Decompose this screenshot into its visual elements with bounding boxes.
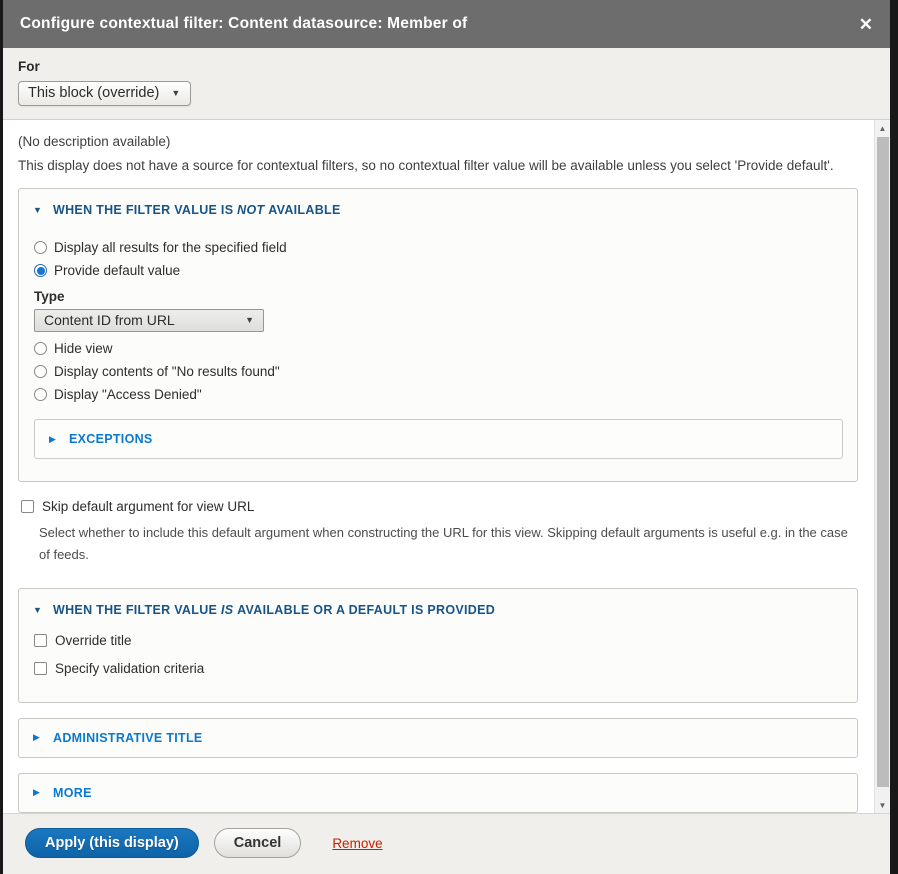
checkbox-skip-default-argument[interactable]: Skip default argument for view URL <box>21 499 858 514</box>
fieldset-exceptions: ▶ EXCEPTIONS <box>34 419 843 459</box>
fieldset-available-title: WHEN THE FILTER VALUE IS AVAILABLE OR A … <box>53 603 495 617</box>
configure-contextual-filter-dialog: Configure contextual filter: Content dat… <box>3 0 890 874</box>
expand-arrow-icon: ▶ <box>33 787 53 798</box>
fieldset-available-content: Override title Specify validation criter… <box>33 633 843 676</box>
scroll-down-icon[interactable]: ▼ <box>879 798 887 813</box>
radio-label: Display "Access Denied" <box>54 387 202 402</box>
fieldset-more: ▶ MORE <box>18 773 858 813</box>
dialog-titlebar: Configure contextual filter: Content dat… <box>3 0 890 48</box>
collapse-arrow-icon: ▼ <box>33 205 53 215</box>
fieldset-more-text: MORE <box>53 786 92 800</box>
fieldset-exceptions-title: EXCEPTIONS <box>69 432 153 446</box>
fieldset-administrative-title: ▶ ADMINISTRATIVE TITLE <box>18 718 858 758</box>
radio-label: Display contents of "No results found" <box>54 364 280 379</box>
vertical-scrollbar[interactable]: ▲ ▼ <box>874 120 890 813</box>
radio-display-no-results[interactable]: Display contents of "No results found" <box>34 364 843 379</box>
fieldset-administrative-title-text: ADMINISTRATIVE TITLE <box>53 731 203 745</box>
type-select-value: Content ID from URL <box>44 312 175 328</box>
chevron-down-icon: ▼ <box>171 88 180 98</box>
scrollable-content: (No description available) This display … <box>3 120 874 813</box>
checkbox-icon <box>21 500 34 513</box>
fieldset-filter-available: ▼ WHEN THE FILTER VALUE IS AVAILABLE OR … <box>18 588 858 703</box>
fieldset-not-available-title: WHEN THE FILTER VALUE IS NOT AVAILABLE <box>53 203 341 217</box>
fieldset-more-legend[interactable]: ▶ MORE <box>33 786 843 800</box>
remove-link[interactable]: Remove <box>332 836 382 851</box>
radio-display-all-results[interactable]: Display all results for the specified fi… <box>34 240 843 255</box>
skip-default-argument-description: Select whether to include this default a… <box>39 522 858 566</box>
radio-icon <box>34 365 47 378</box>
checkbox-icon <box>34 634 47 647</box>
fieldset-exceptions-legend[interactable]: ▶ EXCEPTIONS <box>49 432 828 446</box>
display-source-warning: This display does not have a source for … <box>18 158 858 173</box>
for-section: For This block (override) ▼ <box>3 48 890 120</box>
radio-label: Hide view <box>54 341 113 356</box>
type-label: Type <box>34 289 843 304</box>
type-select[interactable]: Content ID from URL ▼ <box>34 309 264 332</box>
fieldset-available-legend[interactable]: ▼ WHEN THE FILTER VALUE IS AVAILABLE OR … <box>33 603 843 617</box>
radio-icon <box>34 264 47 277</box>
radio-icon <box>34 342 47 355</box>
chevron-down-icon: ▼ <box>245 315 254 325</box>
checkbox-override-title[interactable]: Override title <box>34 633 843 648</box>
dialog-footer: Apply (this display) Cancel Remove <box>3 814 890 874</box>
fieldset-administrative-title-legend[interactable]: ▶ ADMINISTRATIVE TITLE <box>33 731 843 745</box>
close-icon[interactable]: ✕ <box>859 16 873 33</box>
checkbox-label: Skip default argument for view URL <box>42 499 254 514</box>
fieldset-not-available-content: Display all results for the specified fi… <box>33 240 843 459</box>
radio-hide-view[interactable]: Hide view <box>34 341 843 356</box>
radio-label: Provide default value <box>54 263 180 278</box>
for-select-value: This block (override) <box>28 85 159 101</box>
dialog-body: (No description available) This display … <box>3 120 890 814</box>
no-description-text: (No description available) <box>18 134 858 149</box>
checkbox-label: Override title <box>55 633 132 648</box>
expand-arrow-icon: ▶ <box>33 732 53 743</box>
cancel-button[interactable]: Cancel <box>214 828 302 858</box>
collapse-arrow-icon: ▼ <box>33 605 53 615</box>
checkbox-label: Specify validation criteria <box>55 661 204 676</box>
for-label: For <box>18 59 874 74</box>
checkbox-specify-validation-criteria[interactable]: Specify validation criteria <box>34 661 843 676</box>
radio-label: Display all results for the specified fi… <box>54 240 287 255</box>
radio-icon <box>34 388 47 401</box>
radio-provide-default-value[interactable]: Provide default value <box>34 263 843 278</box>
fieldset-filter-not-available: ▼ WHEN THE FILTER VALUE IS NOT AVAILABLE… <box>18 188 858 482</box>
radio-display-access-denied[interactable]: Display "Access Denied" <box>34 387 843 402</box>
radio-icon <box>34 241 47 254</box>
fieldset-not-available-legend[interactable]: ▼ WHEN THE FILTER VALUE IS NOT AVAILABLE <box>33 203 843 217</box>
apply-button[interactable]: Apply (this display) <box>25 828 199 858</box>
scrollbar-thumb[interactable] <box>877 137 889 787</box>
dialog-title: Configure contextual filter: Content dat… <box>20 15 859 33</box>
for-select[interactable]: This block (override) ▼ <box>18 81 191 106</box>
scroll-up-icon[interactable]: ▲ <box>879 121 887 136</box>
checkbox-icon <box>34 662 47 675</box>
expand-arrow-icon: ▶ <box>49 434 69 445</box>
